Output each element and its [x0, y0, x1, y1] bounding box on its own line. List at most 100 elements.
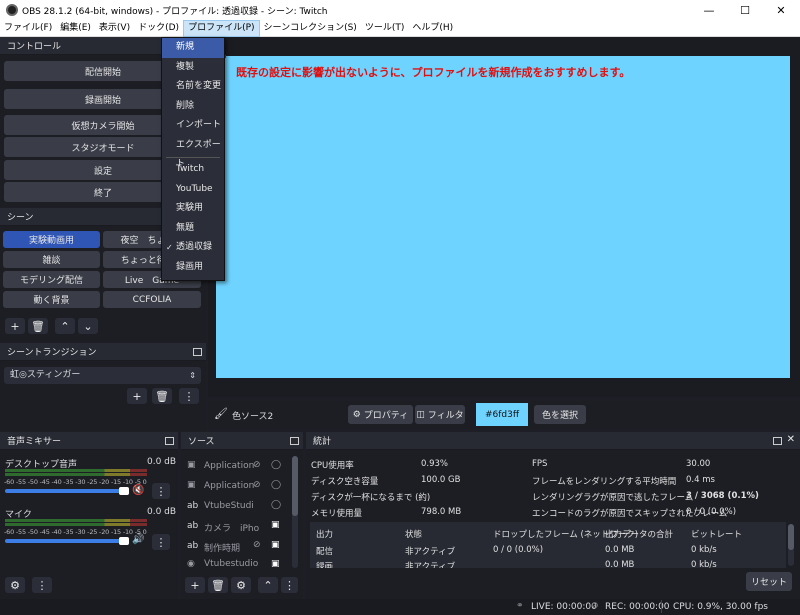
transition-select-value: 虹◎スティンガー: [10, 370, 81, 380]
source-properties-button[interactable]: ⚙: [231, 577, 251, 593]
mixer-channel-menu-button[interactable]: ⋮: [152, 534, 170, 550]
transitions-title: シーントランジション: [7, 348, 97, 358]
menu-item-export-profile[interactable]: エクスポート: [162, 136, 224, 170]
table-cell: 配信: [316, 547, 334, 557]
scene-item[interactable]: モデリング配信: [3, 271, 100, 288]
stat-label: メモリ使用量: [311, 509, 363, 519]
menu-item-profile[interactable]: 実験用: [162, 199, 224, 219]
add-transition-button[interactable]: +: [127, 388, 147, 404]
menu-item-profile[interactable]: Twitch: [162, 160, 224, 180]
more-vertical-icon: ⋮: [155, 535, 167, 549]
properties-label: プロパティ: [363, 411, 409, 421]
scrollbar-thumb[interactable]: [788, 524, 794, 550]
add-scene-button[interactable]: +: [5, 318, 25, 334]
scrollbar-thumb[interactable]: [292, 456, 298, 516]
preview-canvas[interactable]: [216, 56, 790, 378]
lock-icon[interactable]: ▣: [271, 559, 280, 569]
lock-icon[interactable]: ▣: [271, 540, 280, 550]
menu-edit[interactable]: 編集(E): [56, 20, 95, 37]
menu-item-delete-profile[interactable]: 削除: [162, 97, 224, 117]
eye-hidden-icon[interactable]: ⊘: [253, 480, 261, 490]
stat-label: フレームをレンダリングする平均時間: [532, 477, 677, 487]
source-menu-button[interactable]: ⋮: [281, 577, 298, 593]
lock-open-icon[interactable]: ◯: [271, 460, 281, 470]
minimize-button[interactable]: —: [691, 0, 727, 20]
menu-scene-collection[interactable]: シーンコレクション(S): [260, 20, 361, 37]
move-scene-up-button[interactable]: ⌃: [55, 318, 75, 334]
float-dock-icon[interactable]: [773, 437, 782, 445]
close-window-button[interactable]: ✕: [763, 0, 799, 20]
speaker-muted-icon[interactable]: 🔇: [132, 485, 144, 496]
volume-slider[interactable]: [5, 539, 125, 543]
record-icon: ⊘: [591, 601, 599, 611]
transitions-header: シーントランジション: [0, 343, 206, 361]
transition-select[interactable]: 虹◎スティンガー ⇕: [4, 367, 201, 384]
more-vertical-icon: ⋮: [36, 578, 48, 592]
source-item[interactable]: ab VtubeStudi ◯: [185, 499, 289, 516]
eye-hidden-icon[interactable]: ⊘: [253, 540, 261, 550]
live-timer: LIVE: 00:00:00: [531, 602, 597, 612]
float-dock-icon[interactable]: [193, 348, 202, 356]
gear-icon: ⚙: [352, 409, 364, 420]
lock-open-icon[interactable]: ◯: [271, 480, 281, 490]
menu-view[interactable]: 表示(V): [95, 20, 134, 37]
mixer-settings-button[interactable]: ⚙: [5, 577, 25, 593]
volume-slider[interactable]: [5, 489, 125, 493]
text-source-icon: ab: [187, 521, 199, 531]
stats-scrollbar[interactable]: [788, 524, 794, 566]
source-item[interactable]: ab カメラ iPho ▣: [185, 519, 289, 536]
remove-transition-button[interactable]: 🗑: [152, 388, 172, 404]
source-item[interactable]: ◉ Vtubestudio ▣: [185, 559, 289, 572]
source-item[interactable]: ▣ Application ⊘ ◯: [185, 459, 289, 476]
maximize-button[interactable]: ☐: [727, 0, 763, 20]
menu-dock[interactable]: ドック(D): [134, 20, 183, 37]
sources-dock: ソース ▣ Application ⊘ ◯ ▣ Application ⊘ ◯ …: [181, 432, 303, 599]
volume-slider-handle[interactable]: [119, 537, 129, 545]
close-icon[interactable]: ✕: [787, 434, 795, 445]
scene-item[interactable]: 雑談: [3, 251, 100, 268]
remove-source-button[interactable]: 🗑: [208, 577, 228, 593]
scene-item[interactable]: CCFOLIA: [103, 291, 201, 308]
mixer-channel-menu-button[interactable]: ⋮: [152, 483, 170, 499]
menu-help[interactable]: ヘルプ(H): [408, 20, 457, 37]
sources-scrollbar[interactable]: [292, 456, 298, 568]
float-dock-icon[interactable]: [290, 437, 299, 445]
menu-item-profile[interactable]: 無題: [162, 219, 224, 239]
reset-stats-button[interactable]: リセット: [746, 572, 792, 591]
eye-hidden-icon[interactable]: ⊘: [253, 460, 261, 470]
table-header: 出力データの合計: [605, 530, 674, 540]
filter-icon: ◫: [416, 409, 428, 420]
lock-icon[interactable]: ▣: [271, 520, 280, 530]
menu-item-new-profile[interactable]: 新規: [162, 38, 224, 58]
move-source-up-button[interactable]: ⌃: [258, 577, 278, 593]
mixer-menu-button[interactable]: ⋮: [32, 577, 52, 593]
source-item[interactable]: ab 制作時期 ⊘ ▣: [185, 539, 289, 556]
menu-profile[interactable]: プロファイル(P): [183, 19, 260, 37]
menu-item-rename-profile[interactable]: 名前を変更: [162, 77, 224, 97]
menu-file[interactable]: ファイル(F): [0, 20, 56, 37]
menu-item-duplicate-profile[interactable]: 複製: [162, 58, 224, 78]
remove-scene-button[interactable]: 🗑: [28, 318, 48, 334]
menu-item-profile[interactable]: 録画用: [162, 258, 224, 278]
float-dock-icon[interactable]: [165, 437, 174, 445]
scene-item[interactable]: 動く背景: [3, 291, 100, 308]
color-swatch: #6fd3ff: [476, 403, 528, 426]
select-color-button[interactable]: 色を選択: [534, 405, 586, 424]
add-source-button[interactable]: +: [185, 577, 205, 593]
menu-item-profile-checked[interactable]: ✓ 透過収録: [162, 238, 224, 258]
properties-button[interactable]: ⚙ プロパティ: [348, 405, 413, 424]
volume-slider-handle[interactable]: [119, 487, 129, 495]
stat-value: 0.93%: [421, 459, 449, 469]
transition-menu-button[interactable]: ⋮: [179, 388, 199, 404]
table-cell: 0 / 0 (0.0%): [493, 545, 544, 555]
speaker-icon[interactable]: 🔊: [132, 534, 144, 545]
lock-open-icon[interactable]: ◯: [271, 500, 281, 510]
menu-tools[interactable]: ツール(T): [361, 20, 409, 37]
scene-transitions-dock: シーントランジション 虹◎スティンガー ⇕ + 🗑 ⋮: [0, 343, 206, 431]
menu-item-import-profile[interactable]: インポート: [162, 116, 224, 136]
move-scene-down-button[interactable]: ⌄: [78, 318, 98, 334]
filters-button[interactable]: ◫ フィルタ: [415, 405, 465, 424]
source-item[interactable]: ▣ Application ⊘ ◯: [185, 479, 289, 496]
menu-item-profile[interactable]: YouTube: [162, 180, 224, 200]
scene-item[interactable]: 実験動画用: [3, 231, 100, 248]
